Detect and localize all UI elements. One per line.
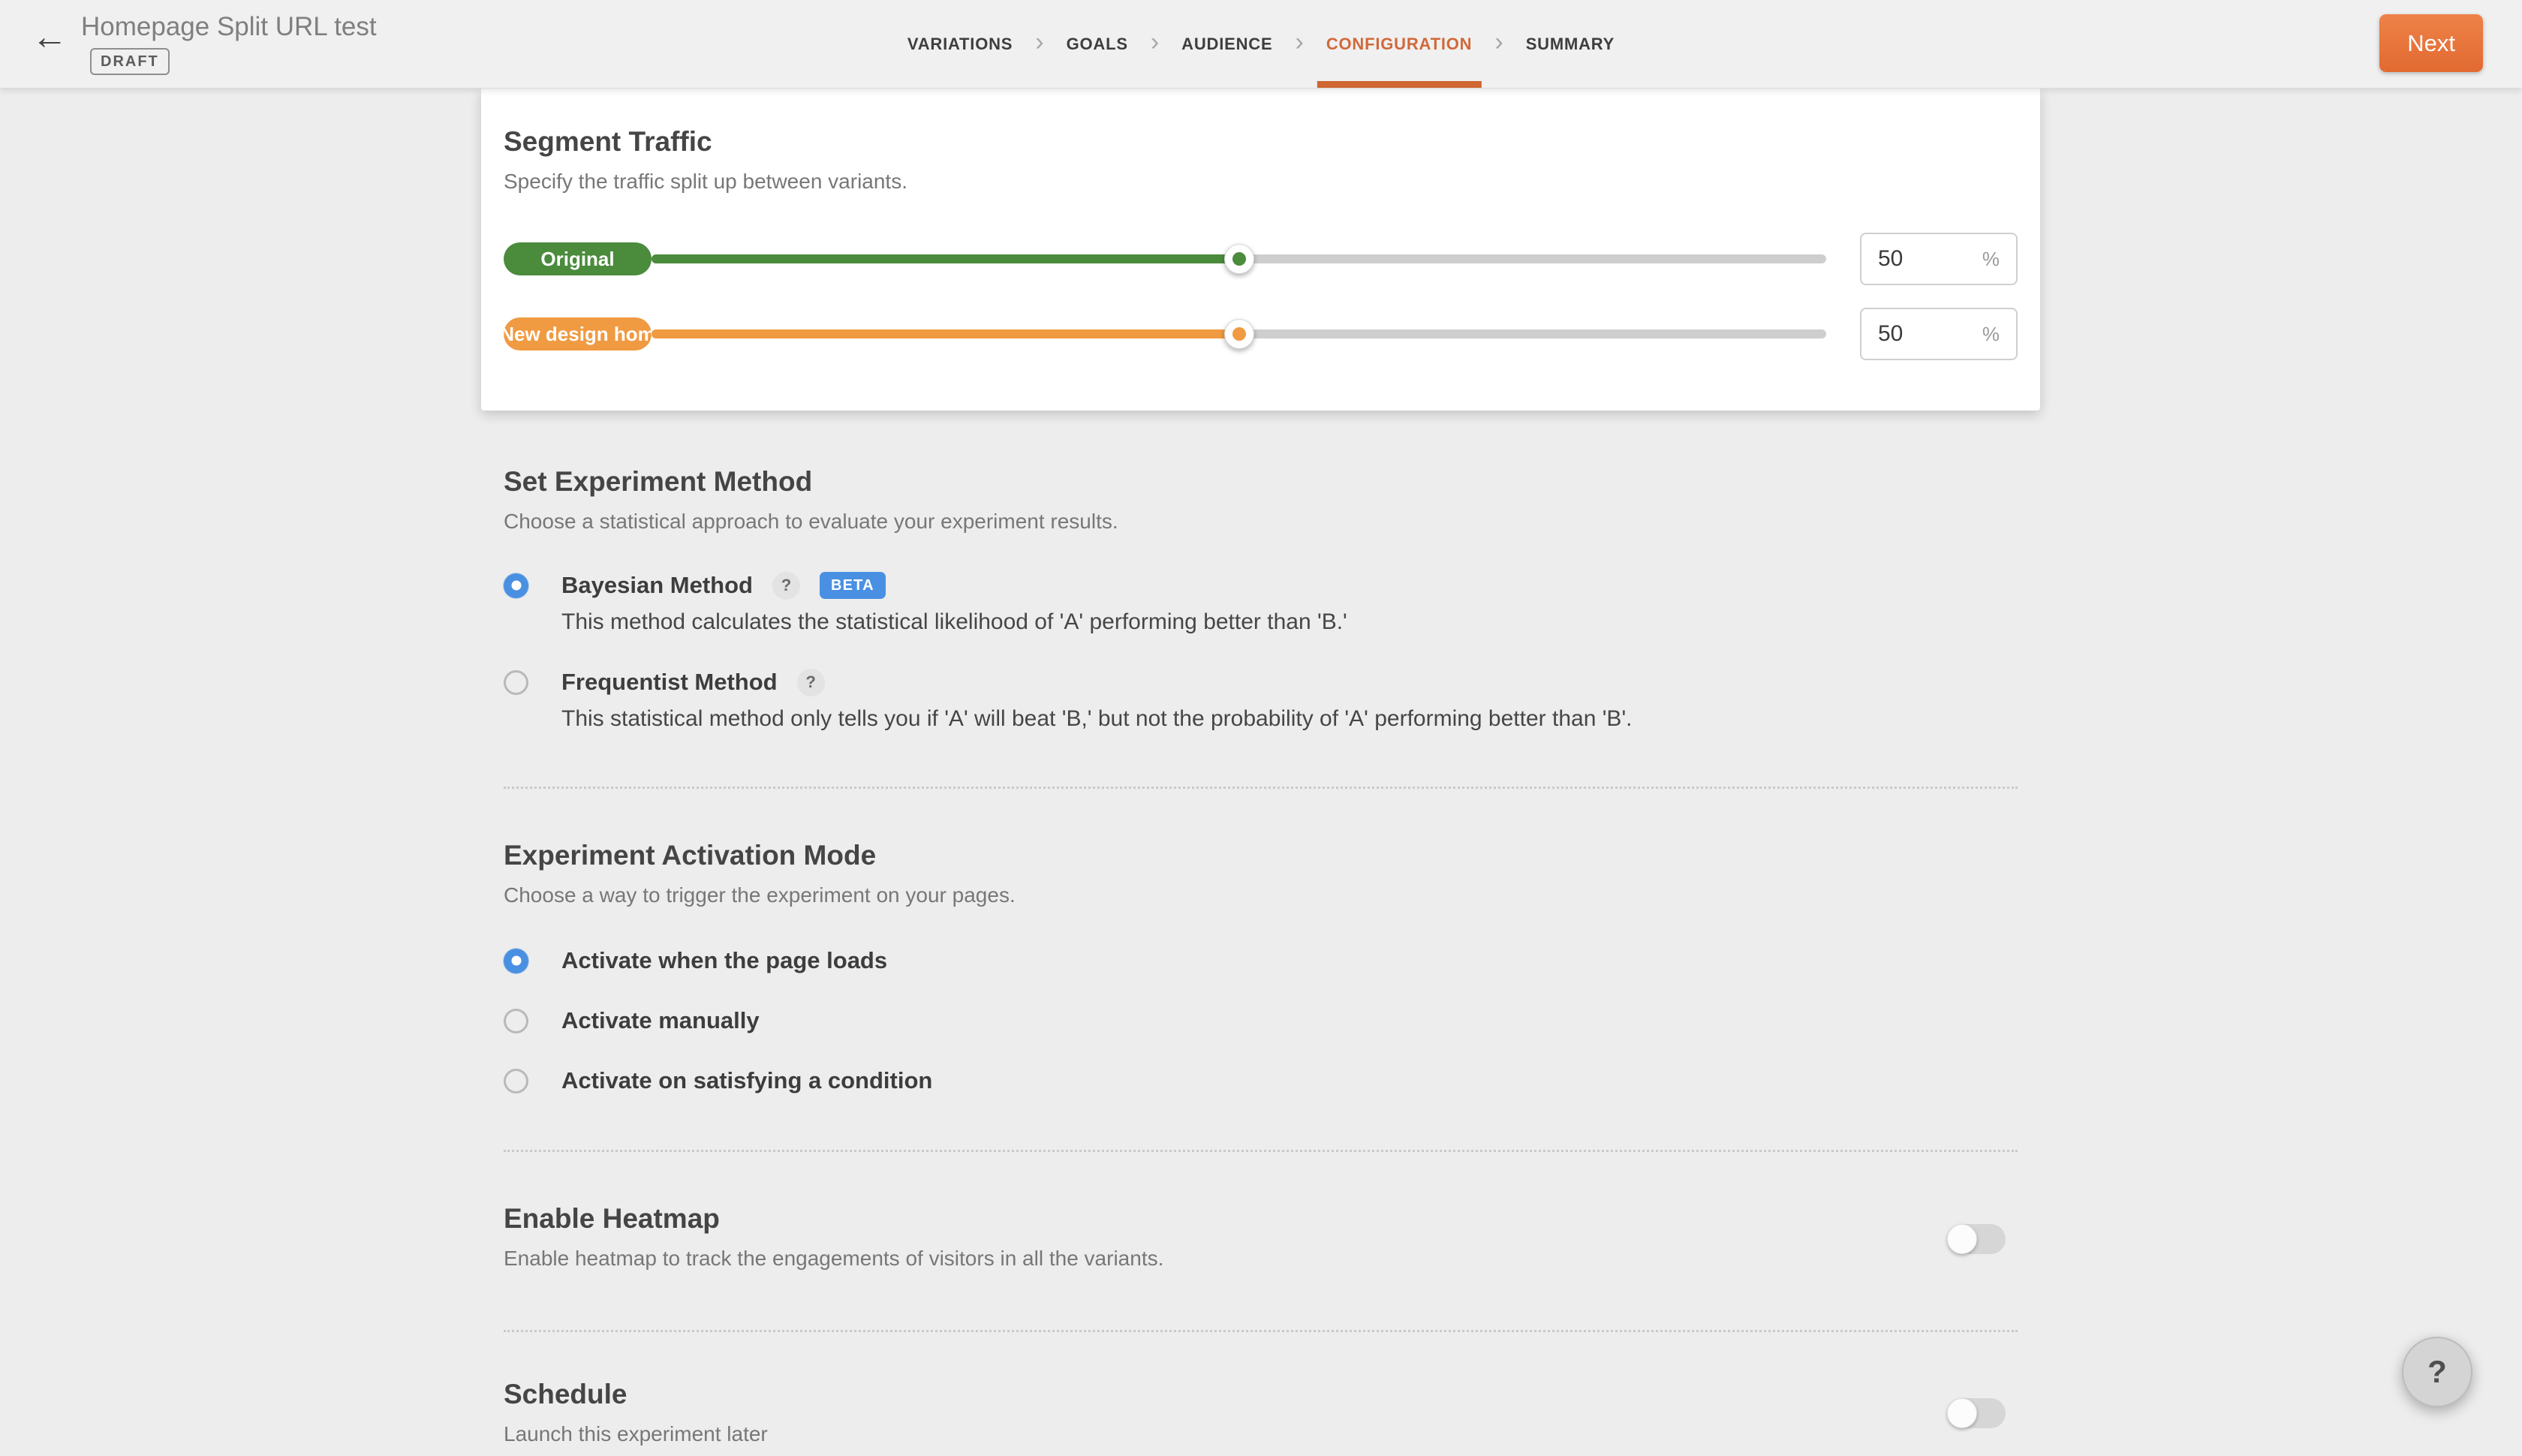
option-manually: Activate manually xyxy=(504,1006,2018,1036)
frequentist-radio[interactable] xyxy=(504,670,528,695)
frequentist-description: This statistical method only tells you i… xyxy=(561,705,2018,733)
segment-traffic-card: Segment Traffic Specify the traffic spli… xyxy=(481,89,2040,411)
manually-label[interactable]: Activate manually xyxy=(561,1007,760,1034)
bayesian-radio[interactable] xyxy=(504,573,528,598)
activation-mode-subtitle: Choose a way to trigger the experiment o… xyxy=(504,883,2018,907)
original-slider-fill xyxy=(652,254,1239,263)
breadcrumb: VARIATIONS › GOALS › AUDIENCE › CONFIGUR… xyxy=(907,0,1615,88)
page-loads-radio[interactable] xyxy=(504,949,528,973)
configuration-page: ← Homepage Split URL test DRAFT VARIATIO… xyxy=(0,0,2522,1456)
activation-mode-title: Experiment Activation Mode xyxy=(504,840,2018,871)
section-divider xyxy=(504,1150,2018,1152)
chevron-right-icon: › xyxy=(1494,29,1503,59)
heatmap-title: Enable Heatmap xyxy=(504,1203,2018,1235)
new-design-slider-fill xyxy=(652,329,1239,338)
tab-configuration[interactable]: CONFIGURATION xyxy=(1326,0,1473,88)
activation-mode-section: Experiment Activation Mode Choose a way … xyxy=(504,840,2018,1096)
help-fab-button[interactable]: ? xyxy=(2402,1337,2472,1407)
activation-options: Activate when the page loads Activate ma… xyxy=(504,946,2018,1096)
tab-audience[interactable]: AUDIENCE xyxy=(1181,0,1272,88)
original-percent-input[interactable] xyxy=(1878,246,1946,272)
option-page-loads: Activate when the page loads xyxy=(504,946,2018,976)
new-design-thumb-dot xyxy=(1232,327,1246,341)
tab-goals[interactable]: GOALS xyxy=(1067,0,1128,88)
tab-summary[interactable]: SUMMARY xyxy=(1526,0,1615,88)
option-bayesian: Bayesian Method ? BETA This method calcu… xyxy=(504,570,2018,636)
page-title: Homepage Split URL test xyxy=(81,12,377,42)
heatmap-section: Enable Heatmap Enable heatmap to track t… xyxy=(504,1203,2018,1271)
original-slider-thumb[interactable] xyxy=(1224,244,1254,274)
option-condition: Activate on satisfying a condition xyxy=(504,1066,2018,1096)
schedule-section: Schedule Launch this experiment later xyxy=(504,1379,2018,1446)
new-design-slider-track[interactable] xyxy=(652,329,1826,338)
variant-row-original: Original % xyxy=(504,233,2018,285)
next-button[interactable]: Next xyxy=(2379,14,2483,72)
method-options: Bayesian Method ? BETA This method calcu… xyxy=(504,570,2018,733)
manually-option-row[interactable]: Activate manually xyxy=(504,1006,2018,1036)
page-loads-label[interactable]: Activate when the page loads xyxy=(561,947,887,974)
new-design-variant-label: New design hom xyxy=(504,317,652,350)
schedule-toggle[interactable] xyxy=(1947,1398,2006,1428)
original-thumb-dot xyxy=(1232,252,1246,266)
heatmap-subtitle: Enable heatmap to track the engagements … xyxy=(504,1247,2018,1271)
new-design-slider: New design hom xyxy=(504,308,1826,360)
bayesian-help-icon[interactable]: ? xyxy=(772,572,800,600)
traffic-sliders: Original % New design hom xyxy=(504,233,2018,360)
bayesian-label[interactable]: Bayesian Method xyxy=(561,572,753,599)
section-divider xyxy=(504,1330,2018,1332)
original-percent-unit: % xyxy=(1982,248,2000,271)
condition-radio[interactable] xyxy=(504,1069,528,1094)
original-slider: Original xyxy=(504,233,1826,285)
original-percent-field: % xyxy=(1860,233,2018,285)
manually-radio[interactable] xyxy=(504,1009,528,1033)
bayesian-description: This method calculates the statistical l… xyxy=(561,608,2018,636)
bayesian-option-row[interactable]: Bayesian Method ? BETA xyxy=(504,570,2018,600)
new-design-percent-field: % xyxy=(1860,308,2018,360)
new-design-slider-thumb[interactable] xyxy=(1224,319,1254,349)
experiment-method-section: Set Experiment Method Choose a statistic… xyxy=(504,466,2018,733)
beta-badge: BETA xyxy=(820,572,886,599)
heatmap-toggle[interactable] xyxy=(1947,1224,2006,1254)
condition-option-row[interactable]: Activate on satisfying a condition xyxy=(504,1066,2018,1096)
condition-label[interactable]: Activate on satisfying a condition xyxy=(561,1067,932,1094)
frequentist-option-row[interactable]: Frequentist Method ? xyxy=(504,667,2018,697)
frequentist-label[interactable]: Frequentist Method xyxy=(561,669,778,696)
segment-traffic-subtitle: Specify the traffic split up between var… xyxy=(504,170,2018,194)
page-loads-option-row[interactable]: Activate when the page loads xyxy=(504,946,2018,976)
segment-traffic-title: Segment Traffic xyxy=(504,126,2018,158)
tab-variations[interactable]: VARIATIONS xyxy=(907,0,1013,88)
experiment-method-title: Set Experiment Method xyxy=(504,466,2018,498)
option-frequentist: Frequentist Method ? This statistical me… xyxy=(504,667,2018,733)
new-design-percent-input[interactable] xyxy=(1878,321,1946,347)
chevron-right-icon: › xyxy=(1151,29,1159,59)
top-header-bar: ← Homepage Split URL test DRAFT VARIATIO… xyxy=(0,0,2522,89)
heatmap-toggle-knob[interactable] xyxy=(1947,1224,1977,1254)
chevron-right-icon: › xyxy=(1035,29,1043,59)
experiment-method-subtitle: Choose a statistical approach to evaluat… xyxy=(504,510,2018,534)
schedule-subtitle: Launch this experiment later xyxy=(504,1422,2018,1446)
back-arrow-icon[interactable]: ← xyxy=(32,20,68,56)
frequentist-help-icon[interactable]: ? xyxy=(797,669,825,696)
variant-row-new-design: New design hom % xyxy=(504,308,2018,360)
original-variant-label: Original xyxy=(504,242,652,275)
original-slider-track[interactable] xyxy=(652,254,1826,263)
chevron-right-icon: › xyxy=(1295,29,1303,59)
schedule-toggle-knob[interactable] xyxy=(1947,1398,1977,1428)
schedule-title: Schedule xyxy=(504,1379,2018,1410)
status-badge: DRAFT xyxy=(90,48,170,75)
section-divider xyxy=(504,787,2018,789)
new-design-percent-unit: % xyxy=(1982,323,2000,346)
